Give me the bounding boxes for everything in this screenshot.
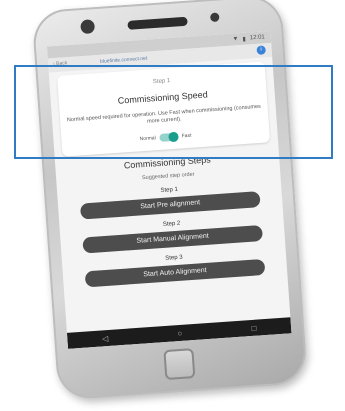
- front-camera: [80, 19, 96, 35]
- nav-recent-icon[interactable]: □: [251, 323, 256, 332]
- signal-icon: ▼: [232, 36, 239, 43]
- phone-body: ▼ ▮ 12:01 ‹ Back bluefinite.connect.net …: [31, 0, 309, 401]
- nav-back-icon[interactable]: ◁: [102, 334, 109, 343]
- status-time: 12:01: [249, 34, 266, 42]
- nav-home-icon[interactable]: ○: [177, 328, 182, 337]
- phone-image: ▼ ▮ 12:01 ‹ Back bluefinite.connect.net …: [0, 0, 345, 411]
- sensor: [209, 12, 220, 23]
- commissioning-steps-section: Commissioning Steps Suggested step order…: [55, 149, 287, 288]
- android-nav-bar: ◁ ○ □: [66, 317, 292, 349]
- highlight-box: [14, 65, 333, 159]
- app-url: bluefinite.connect.net: [99, 55, 148, 65]
- earpiece: [127, 16, 188, 30]
- home-button[interactable]: [163, 348, 196, 381]
- battery-icon: ▮: [242, 36, 247, 43]
- info-icon[interactable]: i: [256, 45, 266, 55]
